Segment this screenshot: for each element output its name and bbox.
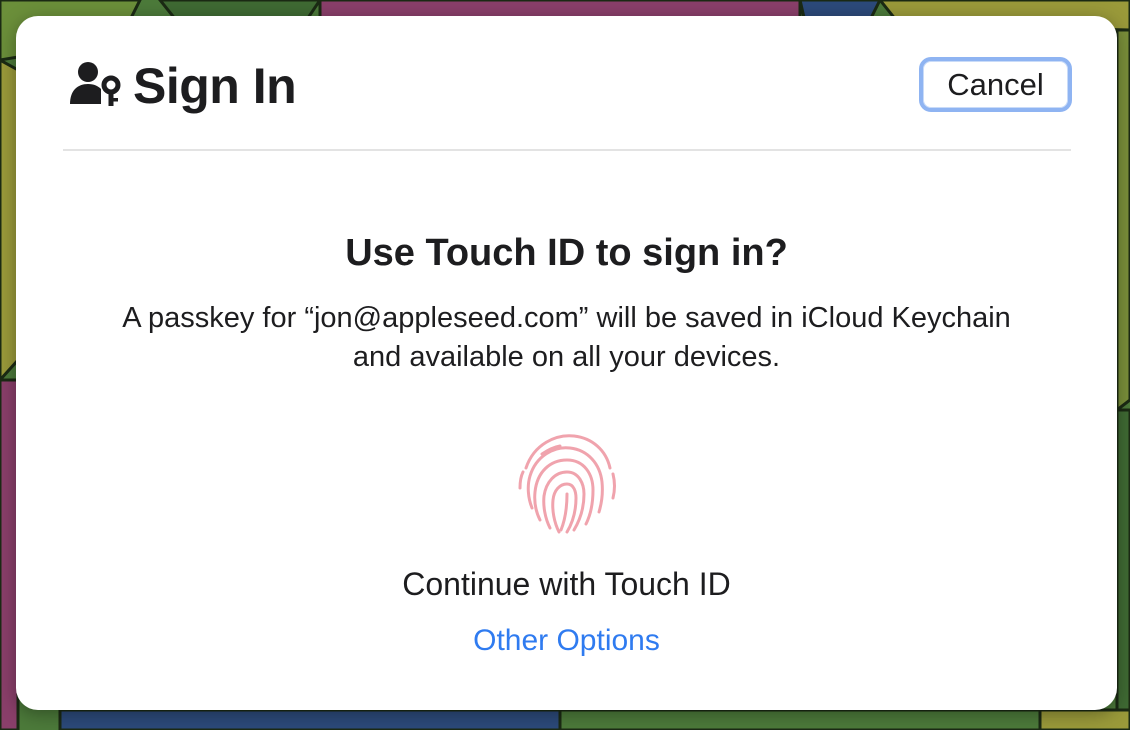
dialog-title: Sign In: [133, 58, 297, 114]
touch-id-fingerprint-icon[interactable]: [512, 428, 622, 538]
prompt-heading: Use Touch ID to sign in?: [345, 232, 788, 274]
dialog-header: Sign In Cancel: [16, 16, 1117, 148]
cancel-button[interactable]: Cancel: [919, 57, 1072, 112]
person-key-icon: [70, 62, 121, 106]
other-options-link[interactable]: Other Options: [16, 622, 1117, 660]
sign-in-dialog: Sign In Cancel Use Touch ID to sign in? …: [16, 16, 1117, 710]
prompt-message: A passkey for “jon@appleseed.com” will b…: [122, 302, 1011, 373]
header-divider: [63, 149, 1071, 151]
continue-with-touch-id-label: Continue with Touch ID: [402, 566, 731, 602]
